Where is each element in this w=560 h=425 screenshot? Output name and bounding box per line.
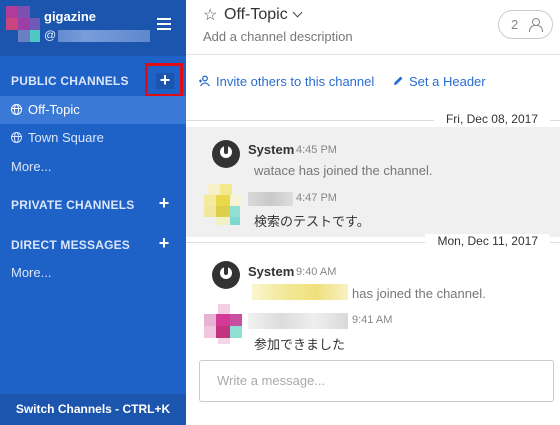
invite-others-link[interactable]: Invite others to this channel bbox=[199, 74, 374, 89]
direct-more-link[interactable]: More... bbox=[11, 265, 51, 280]
globe-icon bbox=[11, 132, 22, 143]
date-separator: Fri, Dec 08, 2017 bbox=[186, 112, 560, 126]
sidebar-item-label: Off-Topic bbox=[28, 102, 80, 117]
post-time[interactable]: 9:41 AM bbox=[352, 314, 392, 326]
favorite-star-icon[interactable]: ☆ bbox=[203, 5, 217, 25]
user-icon bbox=[529, 18, 543, 32]
pencil-icon bbox=[394, 76, 403, 85]
post-time[interactable]: 4:45 PM bbox=[296, 144, 337, 156]
team-username: @ bbox=[44, 28, 151, 42]
post-text: 参加できました bbox=[254, 337, 346, 352]
direct-messages-title: DIRECT MESSAGES bbox=[11, 238, 131, 252]
date-label: Mon, Dec 11, 2017 bbox=[425, 234, 550, 248]
main-panel: ☆ Off-Topic Add a channel description 2 … bbox=[186, 0, 560, 425]
date-separator: Mon, Dec 11, 2017 bbox=[186, 234, 560, 248]
add-user-icon bbox=[199, 75, 211, 87]
user-post: 9:41 AM 参加できました bbox=[186, 304, 560, 354]
globe-icon bbox=[11, 104, 22, 115]
system-avatar bbox=[212, 140, 240, 168]
team-avatar bbox=[6, 6, 40, 44]
message-input[interactable]: Write a message... bbox=[199, 360, 554, 402]
channel-header: ☆ Off-Topic Add a channel description 2 bbox=[186, 0, 560, 55]
sidebar-item-off-topic[interactable]: Off-Topic bbox=[0, 96, 186, 124]
post-author: System bbox=[248, 142, 295, 157]
invite-label: Invite others to this channel bbox=[216, 74, 375, 89]
author-redacted bbox=[248, 192, 293, 206]
user-avatar bbox=[204, 304, 244, 344]
public-more-link[interactable]: More... bbox=[11, 159, 51, 174]
create-private-channel-button[interactable]: + bbox=[156, 194, 172, 212]
mention-redacted bbox=[252, 284, 348, 300]
system-avatar bbox=[212, 261, 240, 289]
post-text: watace has joined the channel. bbox=[254, 163, 433, 178]
menu-icon[interactable] bbox=[157, 18, 171, 30]
sidebar-item-label: Town Square bbox=[28, 130, 104, 145]
channel-name: Off-Topic bbox=[224, 6, 288, 23]
private-channels-title: PRIVATE CHANNELS bbox=[11, 198, 135, 212]
date-label: Fri, Dec 08, 2017 bbox=[433, 112, 550, 126]
channel-title[interactable]: Off-Topic bbox=[224, 6, 303, 24]
post-time[interactable]: 4:47 PM bbox=[296, 192, 337, 204]
channel-intro: Invite others to this channel Set a Head… bbox=[186, 56, 560, 120]
create-direct-message-button[interactable]: + bbox=[156, 234, 172, 252]
username-prefix: @ bbox=[44, 28, 57, 42]
set-header-label: Set a Header bbox=[409, 74, 486, 89]
set-header-link[interactable]: Set a Header bbox=[392, 74, 486, 89]
user-post: 4:47 PM 検索のテストです。 bbox=[186, 180, 560, 237]
switch-channels-button[interactable]: Switch Channels - CTRL+K bbox=[0, 394, 186, 425]
chevron-down-icon bbox=[292, 7, 303, 18]
sidebar: gigazine @ PUBLIC CHANNELS + Off-Topic T… bbox=[0, 0, 186, 425]
channel-description[interactable]: Add a channel description bbox=[203, 29, 353, 44]
member-count: 2 bbox=[511, 17, 519, 32]
post-author: System bbox=[248, 264, 295, 279]
system-post: System 4:45 PM watace has joined the cha… bbox=[186, 127, 560, 180]
post-text: has joined the channel. bbox=[352, 286, 486, 301]
message-list: Fri, Dec 08, 2017 System 4:45 PM watace … bbox=[186, 112, 560, 354]
username-redacted bbox=[58, 29, 151, 42]
member-count-button[interactable]: 2 bbox=[498, 10, 553, 39]
user-avatar bbox=[204, 184, 244, 226]
system-post: System 9:40 AM has joined the channel. bbox=[186, 249, 560, 304]
author-redacted bbox=[248, 313, 348, 329]
create-public-channel-button[interactable]: + bbox=[156, 71, 174, 89]
post-time[interactable]: 9:40 AM bbox=[296, 266, 336, 278]
public-channels-title: PUBLIC CHANNELS bbox=[11, 74, 129, 88]
team-header[interactable]: gigazine @ bbox=[0, 0, 186, 56]
create-public-channel-highlight: + bbox=[145, 63, 183, 97]
team-name: gigazine bbox=[44, 9, 97, 24]
post-text: 検索のテストです。 bbox=[254, 214, 370, 229]
sidebar-item-town-square[interactable]: Town Square bbox=[0, 124, 186, 152]
